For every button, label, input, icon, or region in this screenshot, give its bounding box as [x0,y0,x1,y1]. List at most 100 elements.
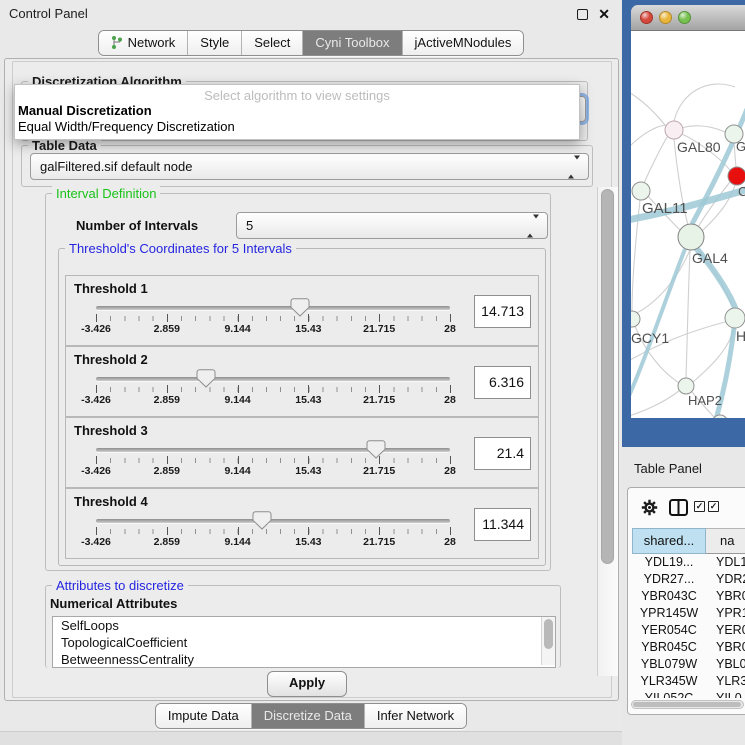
tab-style[interactable]: Style [187,31,241,55]
algorithm-option-manual-discretization[interactable]: Manual Discretization [15,103,579,119]
numerical-attributes-list[interactable]: SelfLoopsTopologicalCoefficientBetweenne… [52,616,556,668]
slider-minor-ticks [96,316,451,321]
checkboxes-icon[interactable]: ✓✓ [694,501,719,512]
tab-infer-network[interactable]: Infer Network [364,704,466,728]
table-horizontal-scrollbar[interactable] [631,700,744,709]
table-row[interactable]: YIL052CYIL0 [632,690,745,698]
table-row[interactable]: YDL19...YDL1 [632,554,745,571]
table-panel: ✓✓ shared... na YDL19...YDL1YDR27...YDR2… [627,487,745,715]
attribute-item[interactable]: SelfLoops [53,617,555,634]
network-edge [631,89,665,125]
table-row[interactable]: YLR345WYLR3 [632,673,745,690]
attributes-scrollbar[interactable] [541,617,555,665]
zoom-light[interactable] [678,11,691,24]
cell-name: YLR3 [706,673,745,690]
table-row[interactable]: YDR27...YDR2 [632,571,745,588]
slider-tick [167,314,168,322]
slider-tick-label: 28 [444,536,456,548]
node-red[interactable] [728,167,745,185]
slider-tick [450,385,451,393]
close-light[interactable] [640,11,653,24]
slider-tick [308,456,309,464]
column-header-name[interactable]: na [706,528,745,554]
bottom-tab-bar: Impute Data Discretize Data Infer Network [0,703,622,729]
threshold-label: Threshold 2 [74,352,148,367]
slider-tick [238,314,239,322]
slider-track[interactable] [96,519,450,523]
columns-icon[interactable] [669,499,688,521]
cell-name: YBL0 [706,656,745,673]
table-row[interactable]: YBR045CYBR0 [632,639,745,656]
algorithm-popup: Select algorithm to view settings Manual… [14,84,580,140]
node-gcy1[interactable] [631,311,640,327]
float-icon[interactable] [577,9,588,20]
table-row[interactable]: YBL079WYBL0 [632,656,745,673]
slider-tick-label: -3.426 [81,323,111,335]
table-row[interactable]: YBR043CYBR0 [632,588,745,605]
cell-shared-name: YBL079W [632,656,706,673]
node-label-gcy1: GCY1 [631,330,669,346]
threshold-panel-4: Threshold 4-3.4262.8599.14415.4321.71528… [65,488,539,559]
algorithm-option-equal-width-frequency-discretization[interactable]: Equal Width/Frequency Discretization [15,119,579,135]
cell-shared-name: YER054C [632,622,706,639]
node-gal80[interactable] [665,121,683,139]
slider-tick [167,527,168,535]
slider-tick-label: 9.144 [224,394,250,406]
threshold-value-field[interactable]: 11.344 [474,508,531,541]
attributes-scrollbar-thumb[interactable] [544,619,553,649]
network-edge [686,250,690,378]
threshold-value-field[interactable]: 6.316 [474,366,531,399]
slider-tick [379,385,380,393]
slider-thumb[interactable] [252,511,272,530]
slider-thumb[interactable] [366,440,386,459]
column-header-shared[interactable]: shared... [632,528,706,554]
network-window-titlebar[interactable] [631,5,745,31]
number-of-intervals-combobox[interactable]: 5 [236,212,548,239]
close-icon[interactable]: ✕ [598,0,610,28]
slider-tick-label: 28 [444,394,456,406]
minimize-light[interactable] [659,11,672,24]
slider-thumb[interactable] [196,369,216,388]
attribute-item[interactable]: TopologicalCoefficient [53,634,555,651]
slider-tick-label: 15.43 [295,536,321,548]
table-row[interactable]: YER054CYER0 [632,622,745,639]
slider-track[interactable] [96,448,450,452]
apply-button[interactable]: Apply [267,671,347,697]
attribute-item[interactable]: BetweennessCentrality [53,651,555,668]
tab-cyni-toolbox[interactable]: Cyni Toolbox [302,31,401,55]
slider-tick-label: -3.426 [81,465,111,477]
node-right-mid[interactable] [725,308,745,328]
tab-label: Network [128,35,176,50]
slider-thumb[interactable] [290,298,310,317]
tab-impute-data[interactable]: Impute Data [156,704,251,728]
node-label-hap2: HAP2 [688,393,722,408]
threshold-value-field[interactable]: 14.713 [474,295,531,328]
slider-tick-label: 9.144 [224,465,250,477]
slider-tick [450,456,451,464]
table-row[interactable]: YPR145WYPR1 [632,605,745,622]
slider-tick-label: 21.715 [363,323,395,335]
combo-arrows-icon [527,218,539,233]
slider-track[interactable] [96,377,450,381]
tab-select[interactable]: Select [241,31,302,55]
attributes-group-title: Attributes to discretize [52,578,188,593]
slider-tick [238,385,239,393]
slider-track[interactable] [96,306,450,310]
tab-label: Discretize Data [264,708,352,723]
table-data-combobox[interactable]: galFiltered.sif default node [30,153,589,180]
tab-label: Impute Data [168,708,239,723]
tab-jactivemnodules[interactable]: jActiveMNodules [402,31,524,55]
threshold-panel-3: Threshold 3-3.4262.8599.14415.4321.71528… [65,417,539,488]
tab-discretize-data[interactable]: Discretize Data [251,704,364,728]
node-gal11[interactable] [632,182,650,200]
table-hscrollbar-thumb[interactable] [633,702,741,707]
gear-icon[interactable] [641,499,658,521]
settings-scrollbar[interactable] [597,187,618,676]
node-gal4[interactable] [678,224,704,250]
threshold-value-field[interactable]: 21.4 [474,437,531,470]
network-canvas[interactable]: GAL80GACGAL11GAL4GCY1HHAP2 [631,31,745,418]
slider-tick [96,527,97,535]
node-hap2[interactable] [678,378,694,394]
settings-scrollbar-thumb[interactable] [601,189,614,564]
tab-network[interactable]: Network [99,31,188,55]
